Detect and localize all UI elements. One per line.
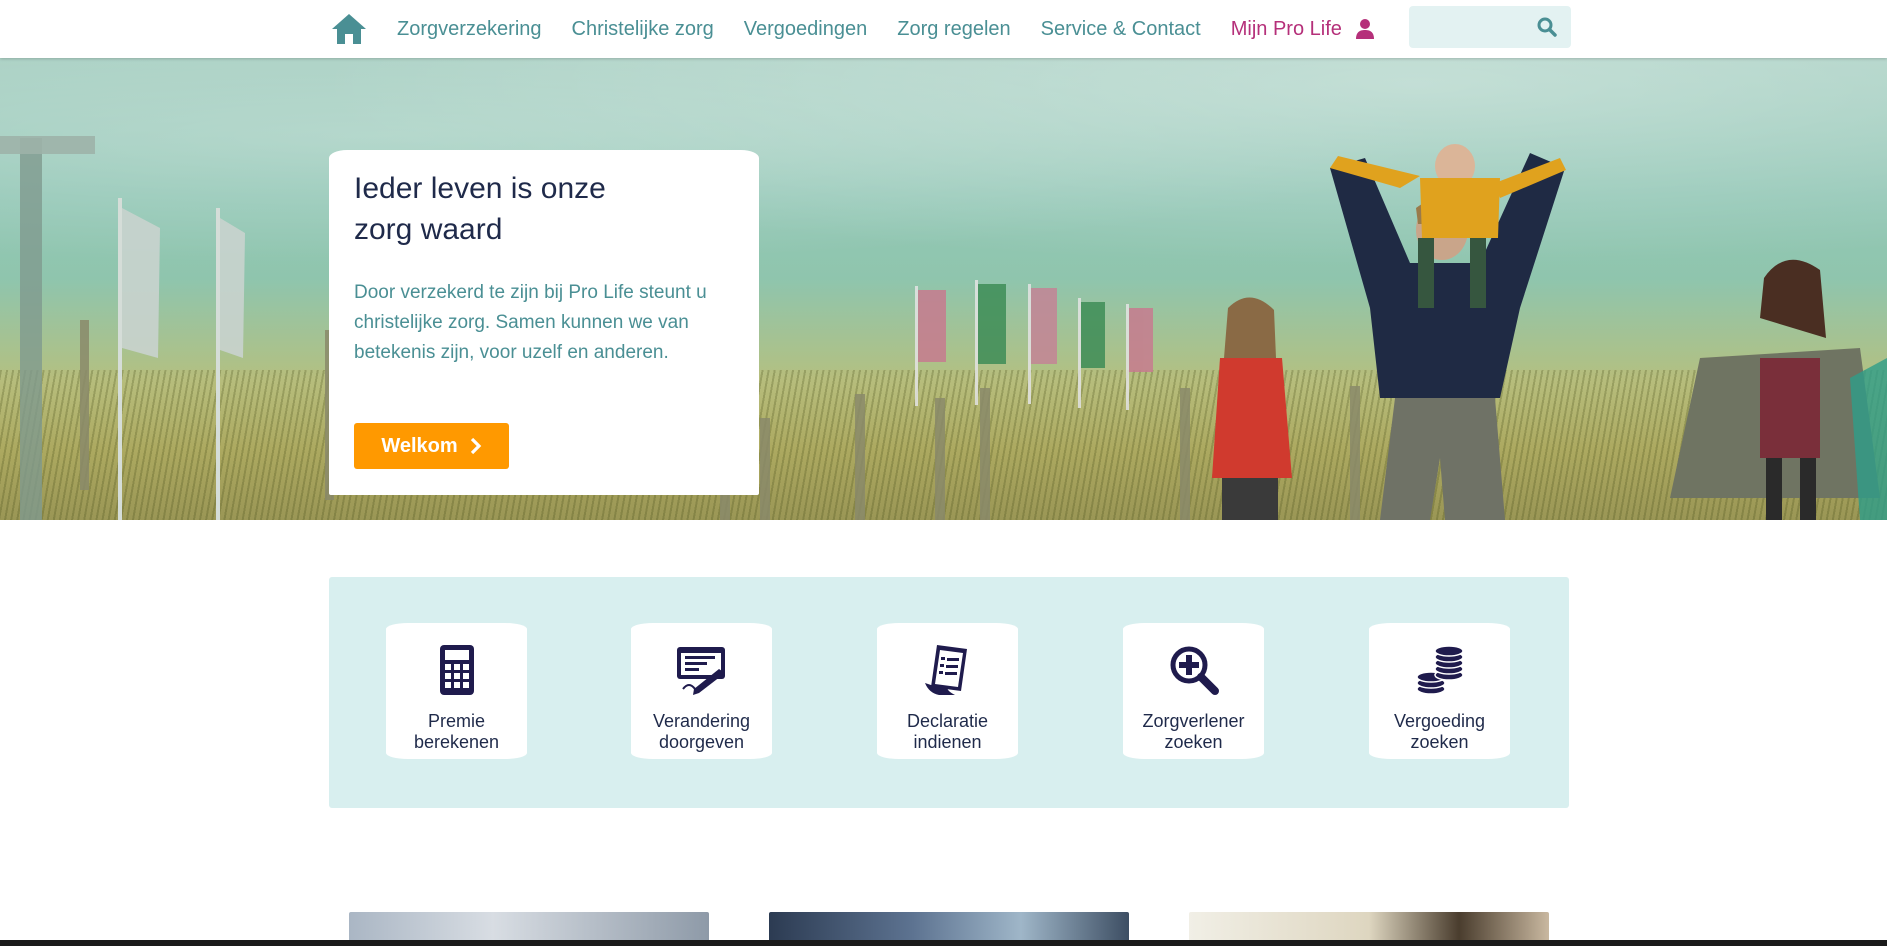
quick-link-label: Premie berekenen <box>386 711 527 753</box>
form-pen-icon <box>675 643 729 697</box>
quick-link-label: Verandering doorgeven <box>631 711 772 753</box>
hero-text: Door verzekerd te zijn bij Pro Life steu… <box>354 282 707 363</box>
search-input[interactable] <box>1417 12 1531 44</box>
nav-item-christelijke-zorg[interactable]: Christelijke zorg <box>572 18 714 41</box>
hero-title-line2: zorg waard <box>354 213 503 246</box>
chevron-right-icon <box>470 437 482 455</box>
news-card-image[interactable] <box>1189 912 1549 940</box>
search-icon[interactable] <box>1537 17 1557 37</box>
main-menu: Zorgverzekering Christelijke zorg Vergoe… <box>397 0 1376 58</box>
coins-icon <box>1413 643 1467 697</box>
nav-item-service-contact[interactable]: Service & Contact <box>1041 18 1201 41</box>
news-card-image[interactable] <box>769 912 1129 940</box>
quick-link-label: Declaratie indienen <box>877 711 1018 753</box>
nav-item-zorg-regelen[interactable]: Zorg regelen <box>897 18 1010 41</box>
label-line2: doorgeven <box>658 732 745 752</box>
label-line2: zoeken <box>1410 732 1469 752</box>
hero-photo <box>0 136 1887 520</box>
label-line2: indienen <box>913 732 982 752</box>
quick-link-premie-berekenen[interactable]: Premie berekenen <box>386 623 527 759</box>
label-line1: Declaratie <box>906 711 989 731</box>
welcome-button-label: Welkom <box>381 434 458 457</box>
quick-link-vergoeding-zoeken[interactable]: Vergoeding zoeken <box>1369 623 1510 759</box>
hero-banner: Ieder leven is onze zorg waard Door verz… <box>0 58 1887 520</box>
label-line2: berekenen <box>413 732 500 752</box>
user-icon <box>1354 18 1376 40</box>
account-link[interactable]: Mijn Pro Life <box>1231 18 1376 41</box>
receipt-icon <box>921 643 975 697</box>
news-card-image[interactable] <box>349 912 709 940</box>
quick-link-zorgverlener-zoeken[interactable]: Zorgverlener zoeken <box>1123 623 1264 759</box>
top-navigation: Zorgverzekering Christelijke zorg Vergoe… <box>0 0 1887 58</box>
label-line1: Verandering <box>652 711 751 731</box>
label-line1: Premie <box>427 711 485 731</box>
label-line1: Zorgverlener <box>1142 711 1245 731</box>
quick-link-declaratie-indienen[interactable]: Declaratie indienen <box>877 623 1018 759</box>
page-bottom-edge <box>0 940 1887 946</box>
nav-item-vergoedingen[interactable]: Vergoedingen <box>744 18 867 41</box>
hero-title: Ieder leven is onze zorg waard <box>354 168 654 250</box>
quick-link-label: Zorgverlener zoeken <box>1123 711 1264 753</box>
home-icon[interactable] <box>330 12 368 46</box>
nav-item-zorgverzekering[interactable]: Zorgverzekering <box>397 18 542 41</box>
quick-link-verandering-doorgeven[interactable]: Verandering doorgeven <box>631 623 772 759</box>
hero-title-line1: Ieder leven is onze <box>354 172 606 205</box>
calculator-icon <box>430 643 484 697</box>
quick-links-panel: Premie berekenen Verandering doorgeven D… <box>329 577 1569 808</box>
account-label: Mijn Pro Life <box>1230 17 1342 40</box>
label-line1: Vergoeding <box>1393 711 1486 731</box>
magnifier-plus-icon <box>1167 643 1221 697</box>
hero-card: Ieder leven is onze zorg waard Door verz… <box>329 150 759 495</box>
label-line2: zoeken <box>1164 732 1223 752</box>
search-box <box>1409 6 1571 48</box>
welcome-button[interactable]: Welkom <box>354 423 509 469</box>
quick-link-label: Vergoeding zoeken <box>1369 711 1510 753</box>
